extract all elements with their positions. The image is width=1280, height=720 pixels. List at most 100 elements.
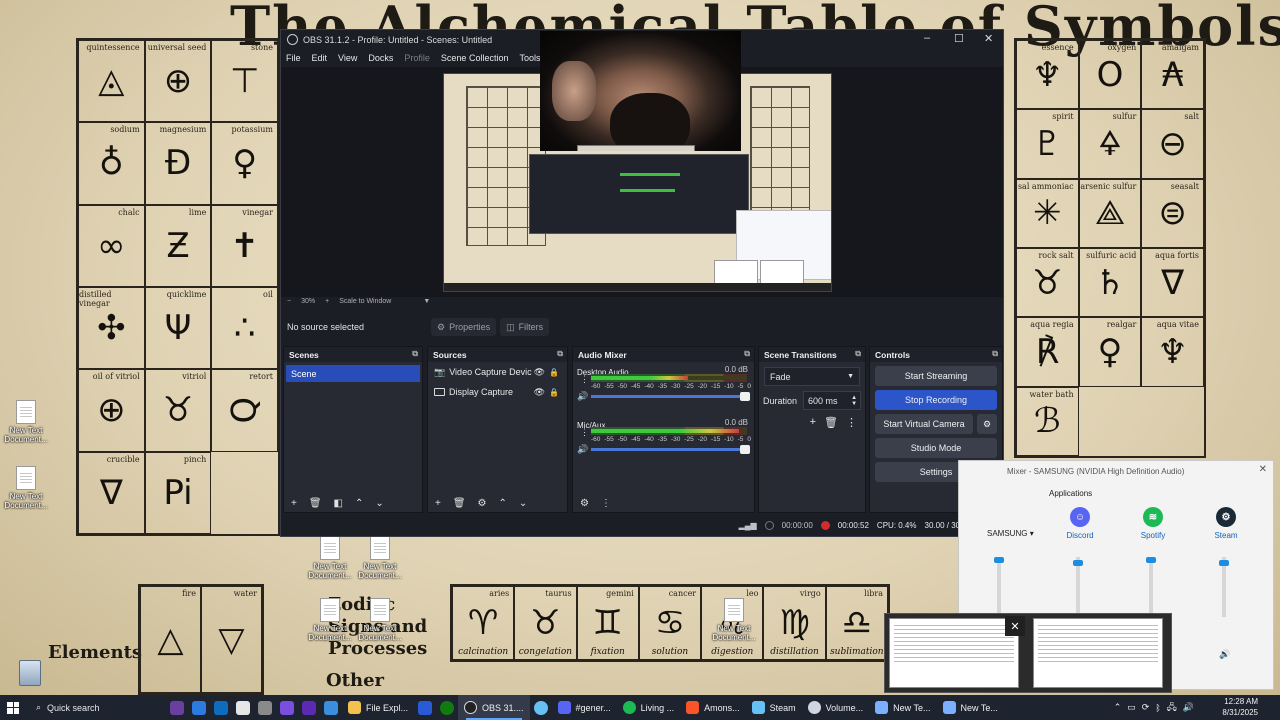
chevron-up-icon[interactable]: ⌃ — [1114, 702, 1122, 713]
device-selector[interactable]: SAMSUNG ▾ — [987, 529, 1034, 538]
scale-to-window[interactable]: Scale to Window — [339, 298, 391, 305]
app-steam[interactable]: ⚙ Steam — [1201, 507, 1251, 540]
taskbar-app-file-explorer[interactable]: File Expl... — [342, 695, 414, 720]
window-thumbnail[interactable] — [889, 618, 1019, 688]
close-icon[interactable]: ✕ — [1005, 616, 1025, 636]
move-up-icon[interactable]: ⌃ — [499, 498, 507, 509]
close-icon[interactable]: ✕ — [1259, 464, 1267, 475]
advanced-audio-icon[interactable]: ⚙ — [580, 498, 589, 509]
taskbar-search[interactable]: ⌕ Quick search — [26, 695, 166, 720]
device-volume-slider[interactable] — [994, 557, 1004, 617]
speaker-icon[interactable]: 🔊 — [577, 444, 588, 455]
taskbar-app-discord[interactable]: #gener... — [552, 695, 617, 720]
menu-edit[interactable]: Edit — [312, 53, 328, 63]
scale-dropdown-icon[interactable]: ▼ — [423, 298, 430, 305]
remove-source-icon[interactable]: 🗑 — [453, 498, 466, 509]
more-options-icon[interactable]: ⋮ — [580, 427, 589, 438]
scene-filters-icon[interactable]: ◧ — [334, 498, 343, 509]
studio-mode-button[interactable]: Studio Mode — [875, 438, 997, 458]
desktop-icon-recycle-bin[interactable] — [8, 660, 52, 686]
properties-button[interactable]: ⚙ Properties — [431, 318, 497, 336]
visibility-eye-icon[interactable]: 👁 — [534, 387, 545, 398]
speaker-icon[interactable]: 🔊 — [1183, 702, 1194, 713]
app-discord[interactable]: ☺ Discord — [1055, 507, 1105, 540]
app-spotify[interactable]: ≋ Spotify — [1128, 507, 1178, 540]
start-streaming-button[interactable]: Start Streaming — [875, 366, 997, 386]
duration-input[interactable]: 600 ms ▲ ▼ — [803, 391, 862, 410]
pinned-app-icon[interactable] — [414, 695, 436, 720]
undock-icon[interactable]: ⧉ — [992, 349, 998, 359]
taskbar-app-spotify[interactable]: Living ... — [617, 695, 681, 720]
lock-icon[interactable]: 🔒 — [549, 388, 559, 397]
zoom-in-icon[interactable]: + — [325, 298, 329, 305]
menu-profile[interactable]: Profile — [404, 53, 430, 63]
xbox-icon[interactable] — [436, 695, 458, 720]
more-options-icon[interactable]: ⋮ — [601, 498, 611, 509]
pinned-app-icon[interactable] — [254, 695, 276, 720]
spinner-icon[interactable]: ▲ ▼ — [851, 395, 857, 407]
taskbar-app-obs[interactable]: OBS 31.... — [458, 695, 530, 720]
slider-knob[interactable] — [1073, 559, 1083, 566]
spotify-volume-slider[interactable] — [1146, 557, 1156, 617]
desktop-icon-text-document[interactable]: New Text Document... — [712, 598, 756, 642]
window-thumbnail[interactable] — [1033, 618, 1163, 688]
visibility-eye-icon[interactable]: 👁 — [534, 367, 545, 378]
sync-icon[interactable]: ⟳ — [1142, 702, 1150, 713]
speaker-icon[interactable]: 🔊 — [577, 391, 588, 402]
desktop-icon-text-document[interactable]: New Text Document... — [358, 536, 402, 580]
taskbar-app-notepad[interactable]: New Te... — [869, 695, 936, 720]
steam-icon[interactable] — [530, 695, 552, 720]
taskbar-app-volume-mixer[interactable]: Volume... — [802, 695, 870, 720]
close-icon[interactable]: ✕ — [984, 32, 993, 45]
menu-file[interactable]: File — [286, 53, 301, 63]
taskbar-app-steam[interactable]: Steam — [746, 695, 802, 720]
pinned-app-icon[interactable] — [210, 695, 232, 720]
pinned-app-icon[interactable] — [298, 695, 320, 720]
pinned-app-icon[interactable] — [166, 695, 188, 720]
taskbar-app-notepad[interactable]: New Te... — [937, 695, 1004, 720]
transition-select[interactable]: Fade ▼ — [764, 367, 860, 386]
taskbar-clock[interactable]: 12:28 AM 8/31/2025 — [1222, 696, 1258, 718]
slider-knob[interactable] — [994, 557, 1004, 563]
menu-tools[interactable]: Tools — [519, 53, 540, 63]
preview-area[interactable] — [281, 31, 1003, 297]
pinned-app-icon[interactable] — [276, 695, 298, 720]
menu-docks[interactable]: Docks — [368, 53, 393, 63]
filters-button[interactable]: ◫ Filters — [500, 318, 550, 336]
zoom-out-icon[interactable]: − — [287, 298, 291, 305]
source-item-video-capture[interactable]: 📷 Video Capture Devic 👁 🔒 — [428, 362, 567, 382]
desktop-icon-text-document[interactable]: New Text Document... — [308, 598, 352, 642]
slider-knob[interactable] — [1219, 559, 1229, 566]
add-transition-icon[interactable]: + — [810, 416, 816, 429]
more-options-icon[interactable]: ⋮ — [846, 416, 857, 429]
stop-recording-button[interactable]: Stop Recording — [875, 390, 997, 410]
pinned-app-icon[interactable] — [188, 695, 210, 720]
desktop-icon-text-document[interactable]: New Text Document... — [308, 536, 352, 580]
discord-volume-slider[interactable] — [1073, 557, 1083, 617]
volume-slider[interactable] — [591, 445, 750, 454]
remove-scene-icon[interactable]: 🗑 — [309, 498, 322, 509]
menu-scene-collection[interactable]: Scene Collection — [441, 53, 509, 63]
desktop-icon-text-document[interactable]: New Text Document... — [4, 400, 48, 444]
pinned-app-icon[interactable] — [320, 695, 342, 720]
start-button[interactable] — [0, 695, 26, 720]
network-icon[interactable]: 🖧 — [1167, 700, 1177, 716]
virtual-camera-settings-icon[interactable]: ⚙ — [977, 414, 997, 434]
remove-transition-icon[interactable]: 🗑 — [824, 416, 838, 429]
bluetooth-icon[interactable]: ᛒ — [1155, 703, 1160, 713]
minimize-icon[interactable]: – — [924, 32, 930, 44]
undock-icon[interactable]: ⧉ — [412, 349, 418, 359]
move-down-icon[interactable]: ⌄ — [519, 498, 527, 509]
add-scene-icon[interactable]: + — [291, 498, 297, 509]
more-options-icon[interactable]: ⋮ — [580, 374, 589, 385]
undock-icon[interactable]: ⧉ — [855, 349, 861, 359]
pinned-app-icon[interactable] — [232, 695, 254, 720]
source-properties-icon[interactable]: ⚙ — [478, 498, 487, 509]
move-down-icon[interactable]: ⌄ — [375, 498, 383, 509]
add-source-icon[interactable]: + — [435, 498, 441, 509]
desktop-icon-text-document[interactable]: New Text Document... — [358, 598, 402, 642]
source-item-display-capture[interactable]: Display Capture 👁 🔒 — [428, 382, 567, 402]
move-up-icon[interactable]: ⌃ — [355, 498, 363, 509]
steam-volume-slider[interactable] — [1219, 557, 1229, 617]
slider-knob[interactable] — [1146, 557, 1156, 563]
